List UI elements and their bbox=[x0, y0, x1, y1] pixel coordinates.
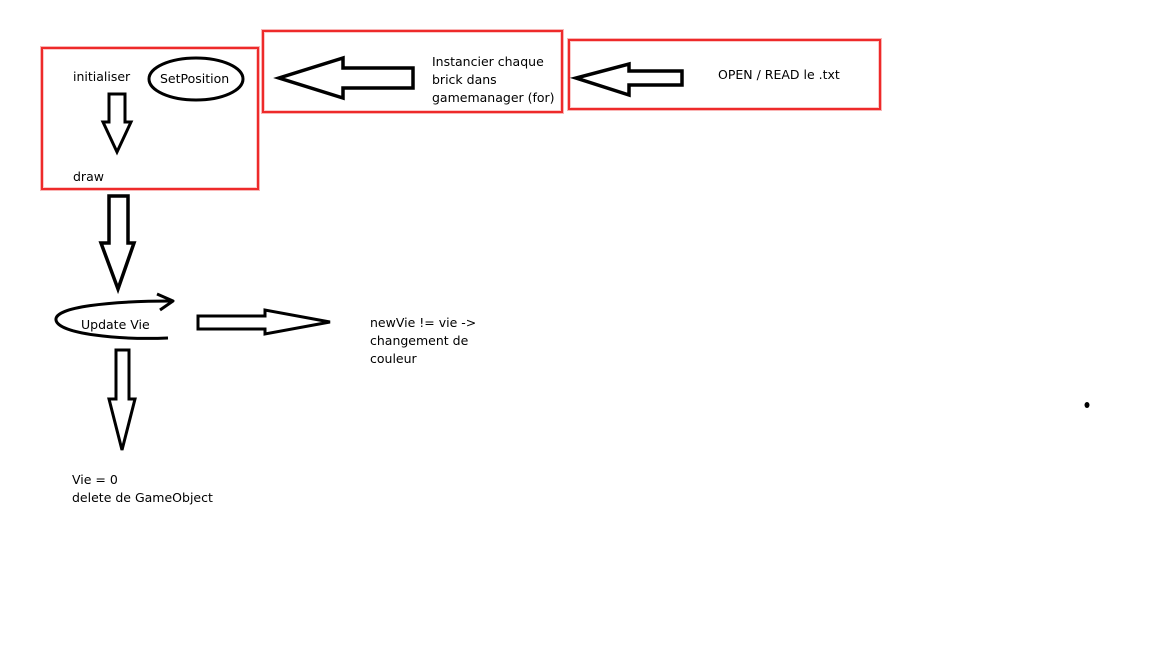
open-read-label: OPEN / READ le .txt bbox=[718, 67, 840, 82]
instancier-line-1: Instancier chaque bbox=[432, 54, 544, 69]
instancier-line-3: gamemanager (for) bbox=[432, 90, 555, 105]
draw-label: draw bbox=[73, 169, 104, 184]
arrow-open-to-instancier bbox=[569, 61, 684, 98]
update-vie-label: Update Vie bbox=[81, 317, 150, 332]
change-color-line-2: changement de bbox=[370, 333, 469, 348]
diagram-canvas: initialiser SetPosition draw Instancier … bbox=[0, 0, 1152, 648]
arrow-initialise-to-draw bbox=[100, 92, 134, 156]
instancier-line-2: brick dans bbox=[432, 72, 497, 87]
initialise-label: initialiser bbox=[73, 69, 131, 84]
arrow-instancier-to-object bbox=[273, 55, 415, 101]
diagram-strokes bbox=[54, 55, 1090, 451]
stray-dot bbox=[1084, 402, 1090, 408]
delete-line-2: delete de GameObject bbox=[72, 490, 213, 505]
set-position-label: SetPosition bbox=[160, 71, 230, 86]
change-color-line-1: newVie != vie -> bbox=[370, 315, 477, 330]
delete-line-1: Vie = 0 bbox=[72, 472, 118, 487]
change-color-line-3: couleur bbox=[370, 351, 417, 366]
arrow-object-to-update bbox=[98, 194, 137, 295]
arrow-update-to-color bbox=[196, 308, 331, 336]
arrow-update-to-delete bbox=[107, 348, 137, 451]
